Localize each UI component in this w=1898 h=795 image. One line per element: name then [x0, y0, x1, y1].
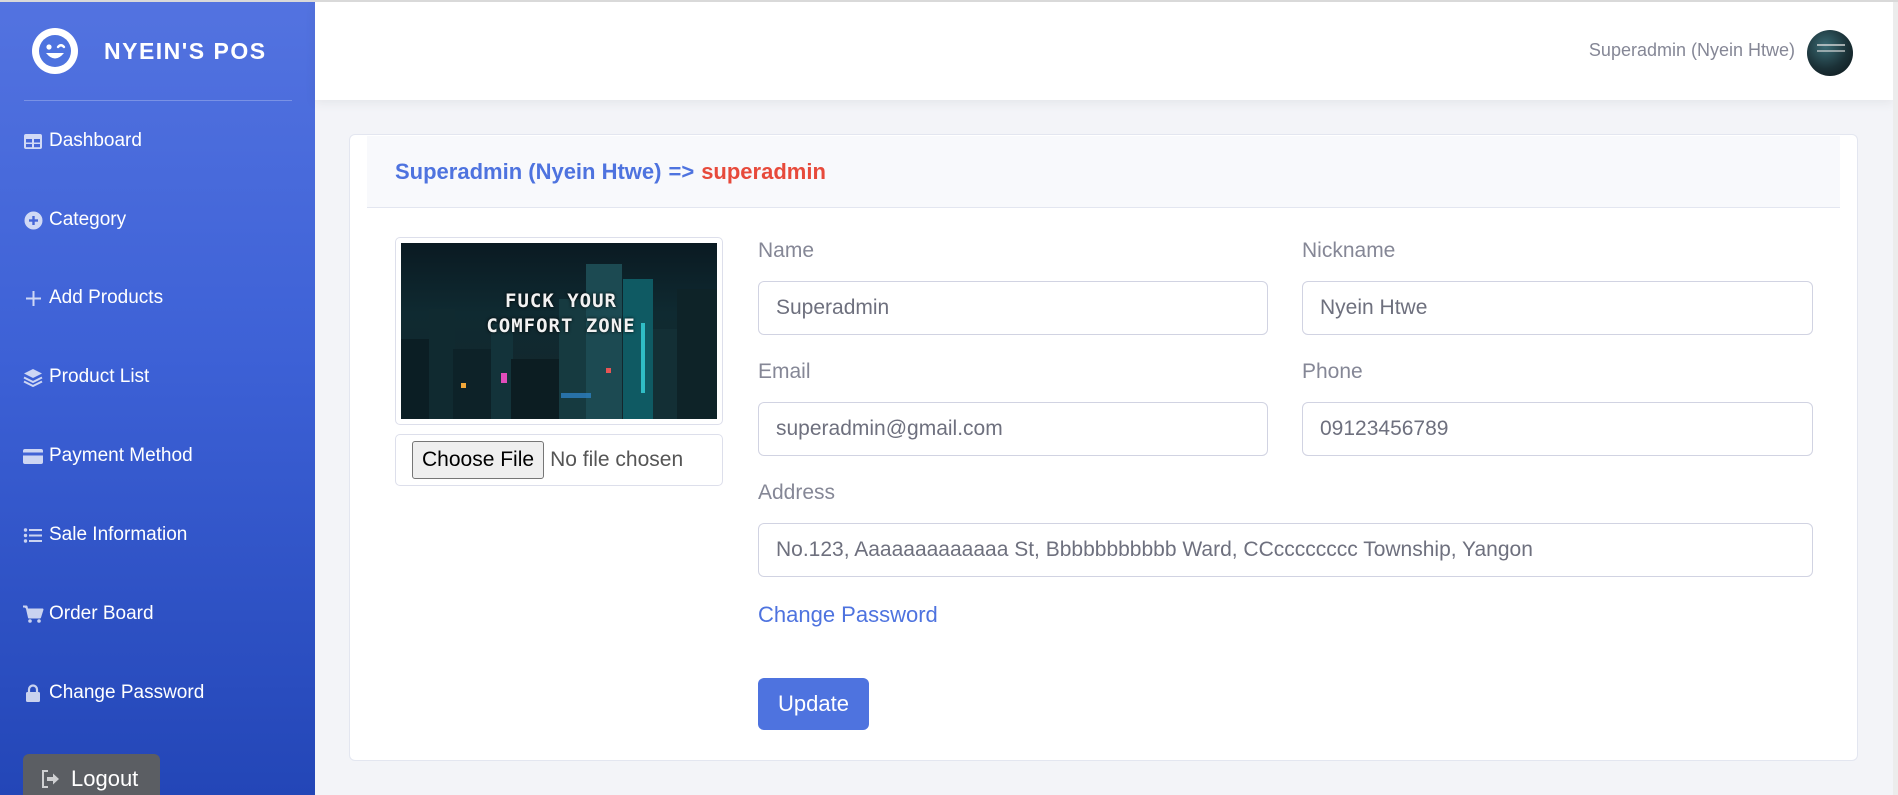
sidebar-item-order-board[interactable]: Order Board: [22, 598, 154, 630]
topbar-user-name[interactable]: Superadmin (Nyein Htwe): [1589, 40, 1795, 61]
name-field[interactable]: Superadmin: [758, 281, 1268, 335]
avatar[interactable]: [1807, 30, 1853, 76]
sidebar-item-payment-method[interactable]: Payment Method: [22, 440, 193, 472]
window-top-border: [0, 0, 1898, 2]
file-input[interactable]: Choose File No file chosen: [395, 434, 723, 486]
sidebar-divider: [24, 100, 292, 101]
sidebar-item-label: Payment Method: [49, 445, 193, 466]
plus-circle-icon: [22, 209, 44, 231]
card-header: Superadmin (Nyein Htwe) => superadmin: [367, 136, 1840, 208]
list-icon: [22, 524, 44, 546]
photo-caption: FUCK YOUR COMFORT ZONE: [441, 289, 681, 339]
email-label: Email: [758, 360, 811, 383]
profile-card: Superadmin (Nyein Htwe) => superadmin FU…: [349, 134, 1858, 761]
sidebar-item-label: Add Products: [49, 287, 164, 308]
brand-name: NYEIN'S POS: [104, 37, 267, 64]
sidebar-item-add-products[interactable]: Add Products: [22, 282, 163, 314]
file-status: No file chosen: [550, 448, 684, 471]
topbar: Superadmin (Nyein Htwe): [315, 2, 1893, 100]
sidebar: NYEIN'S POS Dashboard Category Add Produ…: [0, 0, 315, 795]
email-field[interactable]: superadmin@gmail.com: [758, 402, 1268, 456]
sidebar-item-sale-information[interactable]: Sale Information: [22, 519, 187, 551]
address-field[interactable]: No.123, Aaaaaaaaaaaaa St, Bbbbbbbbbbb Wa…: [758, 523, 1813, 577]
phone-field[interactable]: 09123456789: [1302, 402, 1813, 456]
sidebar-item-label: Category: [49, 209, 127, 230]
sidebar-item-label: Sale Information: [49, 524, 188, 545]
scrollbar[interactable]: [1893, 0, 1898, 795]
address-label: Address: [758, 481, 836, 504]
header-arrow: =>: [668, 158, 695, 184]
nickname-label: Nickname: [1302, 239, 1396, 262]
name-label: Name: [758, 239, 815, 262]
sidebar-item-change-password[interactable]: Change Password: [22, 677, 204, 709]
profile-photo: FUCK YOUR COMFORT ZONE: [401, 243, 717, 419]
table-icon: [22, 130, 44, 152]
layers-icon: [22, 366, 44, 388]
header-role: superadmin: [701, 158, 826, 184]
update-button[interactable]: Update: [758, 678, 869, 730]
logout-button[interactable]: Logout: [23, 754, 160, 795]
phone-label: Phone: [1302, 360, 1363, 383]
brand[interactable]: NYEIN'S POS: [32, 28, 267, 74]
sidebar-item-label: Order Board: [49, 603, 154, 624]
sidebar-item-dashboard[interactable]: Dashboard: [22, 125, 142, 157]
cart-icon: [22, 603, 44, 625]
photo-caption-line-2: COMFORT ZONE: [486, 315, 636, 337]
choose-file-button[interactable]: Choose File: [412, 441, 545, 479]
profile-photo-frame: FUCK YOUR COMFORT ZONE: [395, 237, 723, 425]
plus-icon: [22, 287, 44, 309]
laugh-wink-icon: [32, 28, 78, 74]
sidebar-item-label: Dashboard: [49, 130, 142, 151]
change-password-link[interactable]: Change Password: [758, 602, 938, 628]
sidebar-item-category[interactable]: Category: [22, 204, 126, 236]
sidebar-item-label: Change Password: [49, 682, 205, 703]
credit-card-icon: [22, 445, 44, 467]
photo-caption-line-1: FUCK YOUR: [505, 290, 617, 312]
sidebar-item-product-list[interactable]: Product List: [22, 361, 149, 393]
header-user-name: Superadmin (Nyein Htwe): [395, 158, 662, 184]
sidebar-item-label: Product List: [49, 366, 150, 387]
lock-icon: [22, 682, 44, 704]
sign-out-icon: [41, 770, 61, 788]
nickname-field[interactable]: Nyein Htwe: [1302, 281, 1813, 335]
logout-label: Logout: [71, 766, 139, 791]
